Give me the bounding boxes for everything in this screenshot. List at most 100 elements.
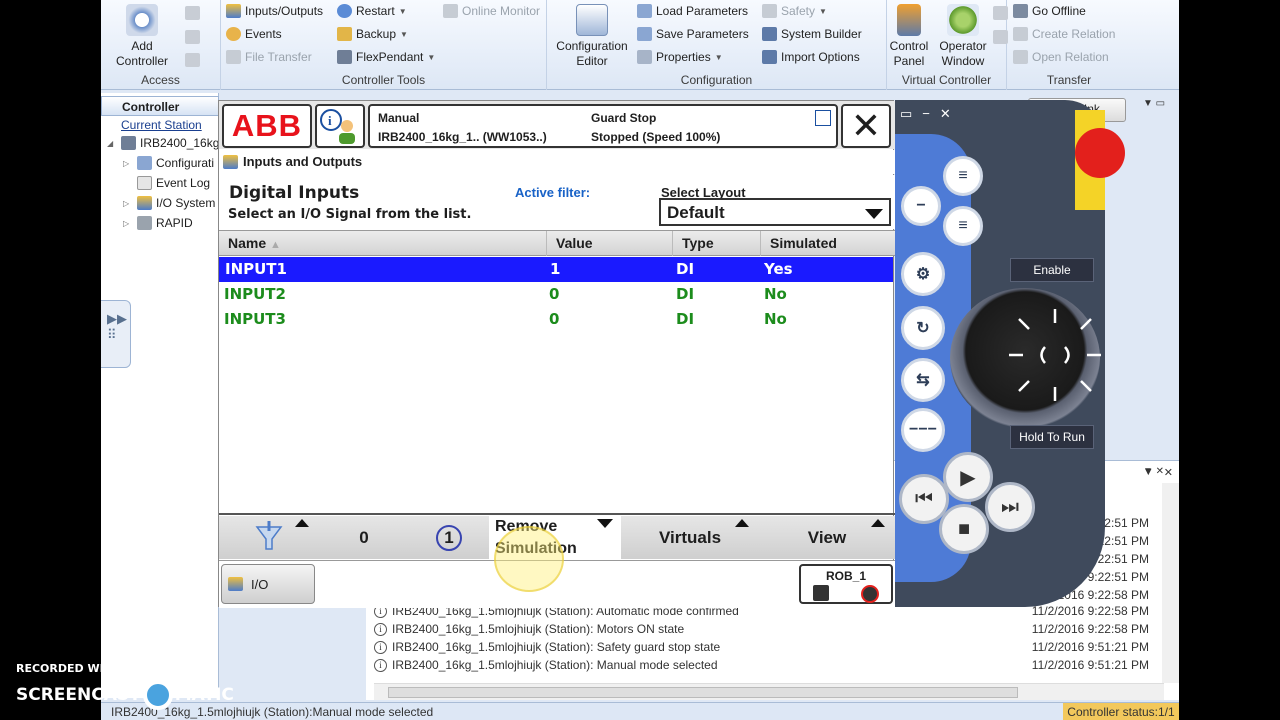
open-relation-label: Open Relation [1032, 50, 1109, 64]
lock-icon [185, 30, 200, 44]
set-zero-button[interactable]: 0 [319, 516, 409, 559]
toggle-increment-button[interactable]: ⇆ [901, 358, 945, 402]
output-panel-controls[interactable]: ▼ ✕ [1143, 466, 1276, 477]
system-builder-label: System Builder [781, 27, 862, 41]
one-label: 1 [436, 524, 462, 551]
select-mechanical-unit-button[interactable]: ⚙ [901, 252, 945, 296]
group-label-controller-tools: Controller Tools [341, 73, 426, 87]
view-button[interactable]: View [759, 516, 895, 559]
layout-select[interactable]: Default [659, 198, 891, 226]
restart-button[interactable]: Restart ▼ [337, 4, 407, 18]
tree-item-configuration[interactable]: ▷ Configurati [123, 154, 214, 172]
collapse-icon: ▷ [123, 198, 130, 208]
table-row[interactable]: INPUT2 0 DI No [219, 282, 893, 307]
filter-button[interactable] [219, 516, 319, 559]
properties-button[interactable]: Properties ▼ [637, 50, 723, 64]
play-icon: ▶ [960, 466, 976, 489]
flexpendant-button[interactable]: FlexPendant ▼ [337, 50, 435, 64]
status-bar: IRB2400_16kg_1.5mlojhiujk (Station):Manu… [101, 702, 1179, 720]
status-bar-box[interactable]: Manual IRB2400_16kg_1.. (WW1053..) Guard… [368, 104, 838, 148]
minimize-icon[interactable]: − [922, 106, 930, 126]
open-relation-button[interactable]: Open Relation [1013, 50, 1109, 64]
create-relation-button[interactable]: Create Relation [1013, 27, 1115, 41]
control-panel-button[interactable]: Control Panel [887, 4, 931, 69]
toggle-motion-mode-button[interactable]: ↻ [901, 306, 945, 350]
tree-item-rapid[interactable]: ▷ RAPID [123, 214, 193, 232]
chevron-down-icon [865, 209, 883, 219]
log-row[interactable]: i IRB2400_16kg_1.5mlojhiujk (Station): Ma… [374, 656, 1149, 674]
step-forward-button[interactable]: ⏭ [985, 482, 1035, 532]
operator-window-button[interactable]: Operator Window [935, 4, 991, 69]
table-row[interactable]: INPUT3 0 DI No [219, 307, 893, 332]
log-message: IRB2400_16kg_1.5mlojhiujk (Station): Man… [392, 658, 718, 672]
tab-controller[interactable]: Controller [101, 96, 219, 116]
abb-menu-button[interactable]: ABB [222, 104, 312, 148]
quickset-user-button[interactable]: i [315, 104, 365, 148]
chevron-down-icon: ▼ [427, 52, 436, 62]
output-vertical-scrollbar[interactable] [1162, 483, 1179, 683]
flexpendant-side-handle[interactable]: ▶▶ ⠿ [101, 300, 131, 368]
virtuals-label: Virtuals [658, 527, 722, 547]
remove-simulation-button[interactable]: Remove Simulation [489, 516, 621, 559]
system-builder-button[interactable]: System Builder [762, 27, 862, 41]
key-3-button[interactable]: ≡ [943, 206, 983, 246]
current-station-link[interactable]: Current Station [121, 116, 202, 134]
control-panel-icon [897, 4, 921, 36]
key-2-button[interactable]: − [901, 186, 941, 226]
chevron-up-icon [295, 519, 309, 527]
file-transfer-button[interactable]: File Transfer [226, 50, 312, 64]
log-message: IRB2400_16kg_1.5mlojhiujk (Station): Mot… [392, 622, 685, 636]
page-title: Digital Inputs [229, 183, 360, 203]
load-parameters-button[interactable]: Load Parameters [637, 4, 748, 18]
document-window-controls[interactable]: ▼ ▭ [1143, 98, 1276, 109]
emergency-stop-button[interactable] [1075, 128, 1125, 178]
log-row[interactable]: i IRB2400_16kg_1.5mlojhiujk (Station): Sa… [374, 638, 1149, 656]
control-panel-label: Control Panel [889, 39, 929, 68]
wrench-icon [993, 6, 1008, 20]
virtuals-button[interactable]: Virtuals [621, 516, 759, 559]
output-horizontal-scrollbar[interactable] [374, 683, 1164, 700]
key-1-button[interactable]: ≡ [943, 156, 983, 196]
stop-button[interactable]: ■ [939, 504, 989, 554]
page-subtitle: Select an I/O Signal from the list. [228, 207, 472, 222]
configuration-editor-button[interactable]: Configuration Editor [553, 4, 631, 69]
operator-window-label: Operator Window [939, 39, 987, 68]
table-row-selected[interactable]: INPUT1 1 DI Yes [219, 257, 893, 282]
online-monitor-button[interactable]: Online Monitor [443, 4, 540, 18]
events-button[interactable]: Events [226, 27, 282, 41]
save-parameters-button[interactable]: Save Parameters [637, 27, 749, 41]
start-button[interactable]: ▶ [943, 452, 993, 502]
save-parameters-icon [637, 27, 652, 41]
io-task-button[interactable]: I/O [221, 564, 315, 604]
increment-button[interactable]: −−− [901, 408, 945, 452]
enable-button[interactable]: Enable [1010, 258, 1094, 282]
restore-icon[interactable]: ▭ [900, 106, 912, 126]
set-one-button[interactable]: 1 [409, 516, 489, 559]
log-row[interactable]: i IRB2400_16kg_1.5mlojhiujk (Station): Mo… [374, 620, 1149, 638]
hold-to-run-button[interactable]: Hold To Run [1010, 425, 1094, 449]
column-header-value[interactable]: Value [547, 231, 673, 256]
scrollbar-thumb[interactable] [388, 687, 1018, 698]
tree-item-io-system[interactable]: ▷ I/O System [123, 194, 215, 212]
column-header-type[interactable]: Type [673, 231, 761, 256]
rob-icons [801, 583, 891, 605]
column-header-simulated[interactable]: Simulated [761, 231, 895, 256]
tree-item-controller[interactable]: ◢ IRB2400_16kg [107, 134, 219, 152]
go-offline-button[interactable]: Go Offline [1013, 4, 1086, 18]
backup-button[interactable]: Backup ▼ [337, 27, 408, 41]
tree-item-event-log[interactable]: Event Log [123, 174, 210, 192]
mechanical-unit-button[interactable]: ROB_1 [799, 564, 893, 604]
column-header-name[interactable]: Name ▲ [219, 231, 547, 256]
step-back-icon: ⏮ [915, 487, 933, 510]
operating-mode: Manual [378, 111, 420, 125]
add-controller-button[interactable]: Add Controller [107, 4, 177, 69]
close-button[interactable]: ✕ [841, 104, 891, 148]
inputs-outputs-button[interactable]: Inputs/Outputs [226, 4, 323, 18]
import-options-button[interactable]: Import Options [762, 50, 860, 64]
controller-status-badge[interactable]: Controller status:1/1 [1063, 703, 1179, 720]
safety-button[interactable]: Safety ▼ [762, 4, 827, 18]
view-label: View [807, 527, 847, 547]
signal-simulated: No [764, 310, 787, 328]
ribbon-group-configuration: Configuration Editor Load Parameters Sav… [547, 0, 887, 90]
close-icon[interactable]: ✕ [940, 106, 951, 126]
